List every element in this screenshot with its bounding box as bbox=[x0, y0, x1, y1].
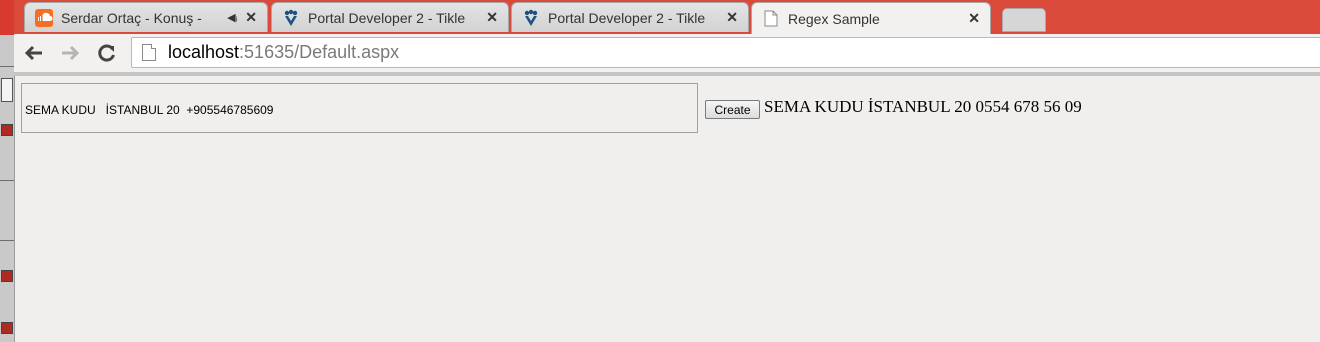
back-arrow-icon[interactable] bbox=[22, 42, 46, 64]
close-icon[interactable]: ✕ bbox=[968, 10, 980, 27]
adjacent-window-marker bbox=[1, 322, 13, 334]
divider bbox=[0, 66, 14, 67]
page-icon bbox=[762, 10, 780, 28]
close-icon[interactable]: ✕ bbox=[245, 9, 257, 26]
adjacent-window-marker bbox=[1, 124, 13, 136]
address-host: localhost bbox=[168, 42, 240, 62]
tab-title: Portal Developer 2 - Tikle bbox=[308, 9, 466, 26]
input-textarea[interactable]: SEMA KUDU İSTANBUL 20 +905546785609 bbox=[21, 83, 698, 133]
page-icon bbox=[142, 44, 156, 61]
adjacent-window-control bbox=[1, 78, 13, 102]
tab-portal-developer-1[interactable]: Portal Developer 2 - Tikle ✕ bbox=[271, 2, 509, 32]
close-icon[interactable]: ✕ bbox=[726, 9, 738, 26]
tab-title: Portal Developer 2 - Tikle bbox=[548, 9, 706, 26]
new-tab-button[interactable] bbox=[1002, 8, 1046, 32]
reload-icon[interactable] bbox=[95, 42, 119, 64]
address-bar[interactable]: localhost :51635/Default.aspx bbox=[131, 37, 1320, 68]
tab-title: Regex Sample bbox=[788, 10, 880, 27]
divider bbox=[0, 180, 14, 181]
browser-toolbar: localhost :51635/Default.aspx bbox=[14, 34, 1320, 76]
result-label: SEMA KUDU İSTANBUL 20 0554 678 56 09 bbox=[764, 97, 1082, 116]
adjacent-window-edge bbox=[0, 0, 15, 342]
tab-title: Serdar Ortaç - Konuş - bbox=[61, 9, 202, 26]
adjacent-window-titlebar bbox=[0, 0, 14, 35]
create-button[interactable]: Create bbox=[705, 100, 760, 119]
close-icon[interactable]: ✕ bbox=[486, 9, 498, 26]
tab-portal-developer-2[interactable]: Portal Developer 2 - Tikle ✕ bbox=[511, 2, 749, 32]
forward-arrow-icon[interactable] bbox=[58, 42, 82, 64]
speaker-icon[interactable]: ◀ᵢ bbox=[227, 11, 237, 24]
address-path: :51635/Default.aspx bbox=[239, 42, 400, 62]
soundcloud-icon bbox=[35, 8, 53, 27]
tab-soundcloud[interactable]: Serdar Ortaç - Konuş - ◀ᵢ ✕ bbox=[24, 2, 268, 32]
jira-icon bbox=[522, 9, 540, 27]
jira-icon bbox=[282, 9, 300, 27]
tab-regex-sample[interactable]: Regex Sample ✕ bbox=[751, 2, 991, 34]
adjacent-window-marker bbox=[1, 270, 13, 282]
divider bbox=[0, 240, 14, 241]
page-content: SEMA KUDU İSTANBUL 20 +905546785609 Crea… bbox=[15, 76, 1320, 342]
tab-strip: Serdar Ortaç - Konuş - ◀ᵢ ✕ Portal Devel… bbox=[14, 0, 1320, 34]
